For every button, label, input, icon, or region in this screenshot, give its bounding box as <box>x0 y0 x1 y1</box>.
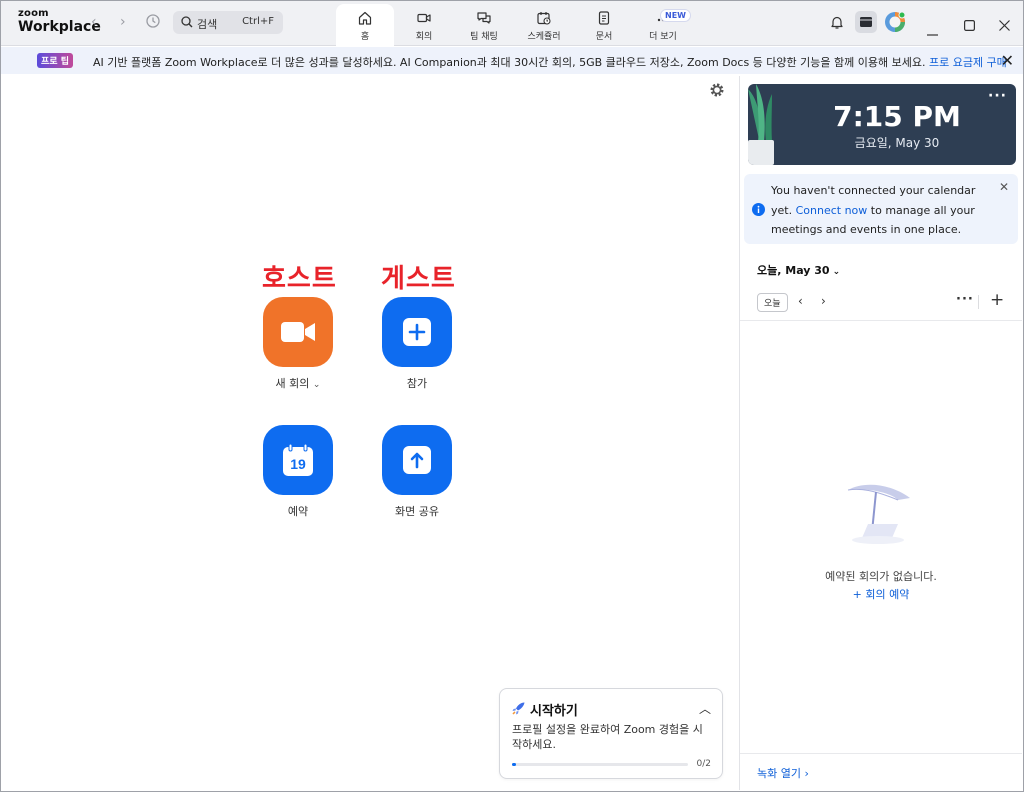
join-button[interactable] <box>382 297 452 367</box>
new-meeting-label[interactable]: 새 회의 ⌄ <box>238 375 358 391</box>
tab-team-chat[interactable]: 팀 채팅 <box>455 4 513 46</box>
calendar-icon: 19 <box>283 444 313 476</box>
next-day-icon[interactable]: › <box>821 294 826 308</box>
clock-time: 7:15 PM <box>833 100 961 133</box>
zoom-workplace-logo: zoom Workplace <box>18 8 101 35</box>
today-date-label: 오늘, May 30 <box>757 264 830 277</box>
open-recordings-link[interactable]: 녹화 열기 › <box>757 765 809 781</box>
new-badge: NEW <box>660 9 691 22</box>
calendar-controls: 오늘 ‹ › ··· + <box>740 290 1022 321</box>
whiteboard-app-icon[interactable] <box>855 11 877 37</box>
share-screen-label: 화면 공유 <box>395 505 439 518</box>
add-icon[interactable]: + <box>990 290 1004 310</box>
recordings-footer: 녹화 열기 › <box>740 753 1022 790</box>
home-icon <box>358 11 372 25</box>
schedule-button[interactable]: 19 <box>263 425 333 495</box>
tab-home[interactable]: 홈 <box>336 4 394 46</box>
video-camera-icon <box>281 322 315 342</box>
no-meetings-text: 예약된 회의가 없습니다. <box>825 570 937 583</box>
promo-message: AI 기반 플랫폼 Zoom Workplace로 더 많은 성과를 달성하세요… <box>93 56 926 69</box>
search-shortcut: Ctrl+F <box>242 16 274 27</box>
schedule-label: 예약 <box>287 505 309 518</box>
document-icon <box>598 11 610 25</box>
search-input[interactable]: 검색 Ctrl+F <box>173 11 283 34</box>
bell-icon[interactable] <box>829 14 845 34</box>
join-label: 참가 <box>406 377 428 390</box>
clock-date: 금요일, May 30 <box>854 136 940 150</box>
minimize-icon[interactable] <box>927 21 938 40</box>
tab-label: 회의 <box>415 32 433 42</box>
chevron-right-icon: › <box>804 767 809 780</box>
calendar-day-number: 19 <box>290 456 306 472</box>
tab-docs[interactable]: 문서 <box>575 4 633 46</box>
video-camera-icon <box>417 13 431 23</box>
tab-meetings[interactable]: 회의 <box>395 4 453 46</box>
chevron-down-icon[interactable]: ⌄ <box>313 380 321 390</box>
maximize-icon[interactable] <box>964 16 976 35</box>
tab-label: 팀 채팅 <box>470 32 498 42</box>
close-icon[interactable]: ✕ <box>999 180 1009 194</box>
notice-text: You haven't connected your calendar yet.… <box>771 181 996 240</box>
avatar[interactable] <box>884 11 906 37</box>
clock-card: 7:15 PM 금요일, May 30 ··· <box>748 84 1016 165</box>
search-placeholder: 검색 <box>197 18 218 31</box>
progress-count: 0/2 <box>696 759 711 769</box>
share-screen-button[interactable] <box>382 425 452 495</box>
promo-text: AI 기반 플랫폼 Zoom Workplace로 더 많은 성과를 달성하세요… <box>93 54 1007 70</box>
title-bar: zoom Workplace ‹ › 검색 Ctrl+F 홈 회의 팀 채팅 스… <box>0 0 1024 46</box>
tab-label: 스케쥴러 <box>527 32 561 42</box>
tab-label: 문서 <box>595 32 613 42</box>
logo-line2: Workplace <box>18 19 101 35</box>
getting-started-title: 시작하기 <box>530 704 578 719</box>
previous-day-icon[interactable]: ‹ <box>798 294 803 308</box>
beach-umbrella-illustration <box>847 484 910 544</box>
chevron-down-icon: ⌄ <box>832 267 841 277</box>
ellipsis-icon[interactable]: ··· <box>988 88 1007 104</box>
schedule-meeting-link[interactable]: + 회의 예약 <box>740 586 1022 602</box>
getting-started-description: 프로필 설정을 완료하여 Zoom 경험을 시작하세요. <box>512 723 703 751</box>
tab-label: 더 보기 <box>649 32 677 42</box>
connect-now-link[interactable]: Connect now <box>796 204 868 217</box>
settings-gear-icon[interactable] <box>709 82 725 102</box>
getting-started-card: 시작하기 ︿ 프로필 설정을 완료하여 Zoom 경험을 시작하세요. 0/2 <box>499 688 723 779</box>
share-arrow-icon <box>403 446 431 474</box>
close-icon[interactable]: ✕ <box>1001 51 1014 70</box>
tab-scheduler[interactable]: 스케쥴러 <box>515 4 573 46</box>
promo-banner: 프로 팁 AI 기반 플랫폼 Zoom Workplace로 더 많은 성과를 … <box>0 47 1024 74</box>
divider <box>978 295 979 309</box>
calendar-clock-icon <box>537 12 551 25</box>
chevron-up-icon[interactable]: ︿ <box>699 700 711 717</box>
recordings-label: 녹화 열기 <box>757 767 801 780</box>
guest-annotation: 게스트 <box>381 264 456 294</box>
plus-icon <box>403 318 431 346</box>
info-icon <box>752 203 765 219</box>
today-date-selector[interactable]: 오늘, May 30 ⌄ <box>757 262 840 278</box>
history-icon[interactable] <box>145 13 161 33</box>
logo-line1: zoom <box>18 8 49 19</box>
ellipsis-icon[interactable]: ··· <box>956 292 974 307</box>
tab-label: 홈 <box>360 32 370 42</box>
new-meeting-button[interactable] <box>263 297 333 367</box>
calendar-connect-notice: You haven't connected your calendar yet.… <box>744 174 1018 244</box>
back-arrow-icon[interactable]: ‹ <box>91 14 97 30</box>
search-icon <box>181 16 193 28</box>
rocket-icon <box>511 701 526 720</box>
chat-bubbles-icon <box>477 12 491 24</box>
new-meeting-text: 새 회의 <box>275 377 310 390</box>
buy-pro-link[interactable]: 프로 요금제 구매 <box>929 56 1007 69</box>
today-button[interactable]: 오늘 <box>757 293 788 312</box>
forward-arrow-icon[interactable]: › <box>120 14 126 30</box>
close-icon[interactable] <box>999 16 1010 35</box>
host-annotation: 호스트 <box>262 264 337 294</box>
progress-fill <box>512 763 516 766</box>
calendar-panel: 7:15 PM 금요일, May 30 ··· You haven't conn… <box>739 76 1022 790</box>
progress-bar <box>512 763 688 766</box>
pro-tip-badge: 프로 팁 <box>37 53 73 68</box>
